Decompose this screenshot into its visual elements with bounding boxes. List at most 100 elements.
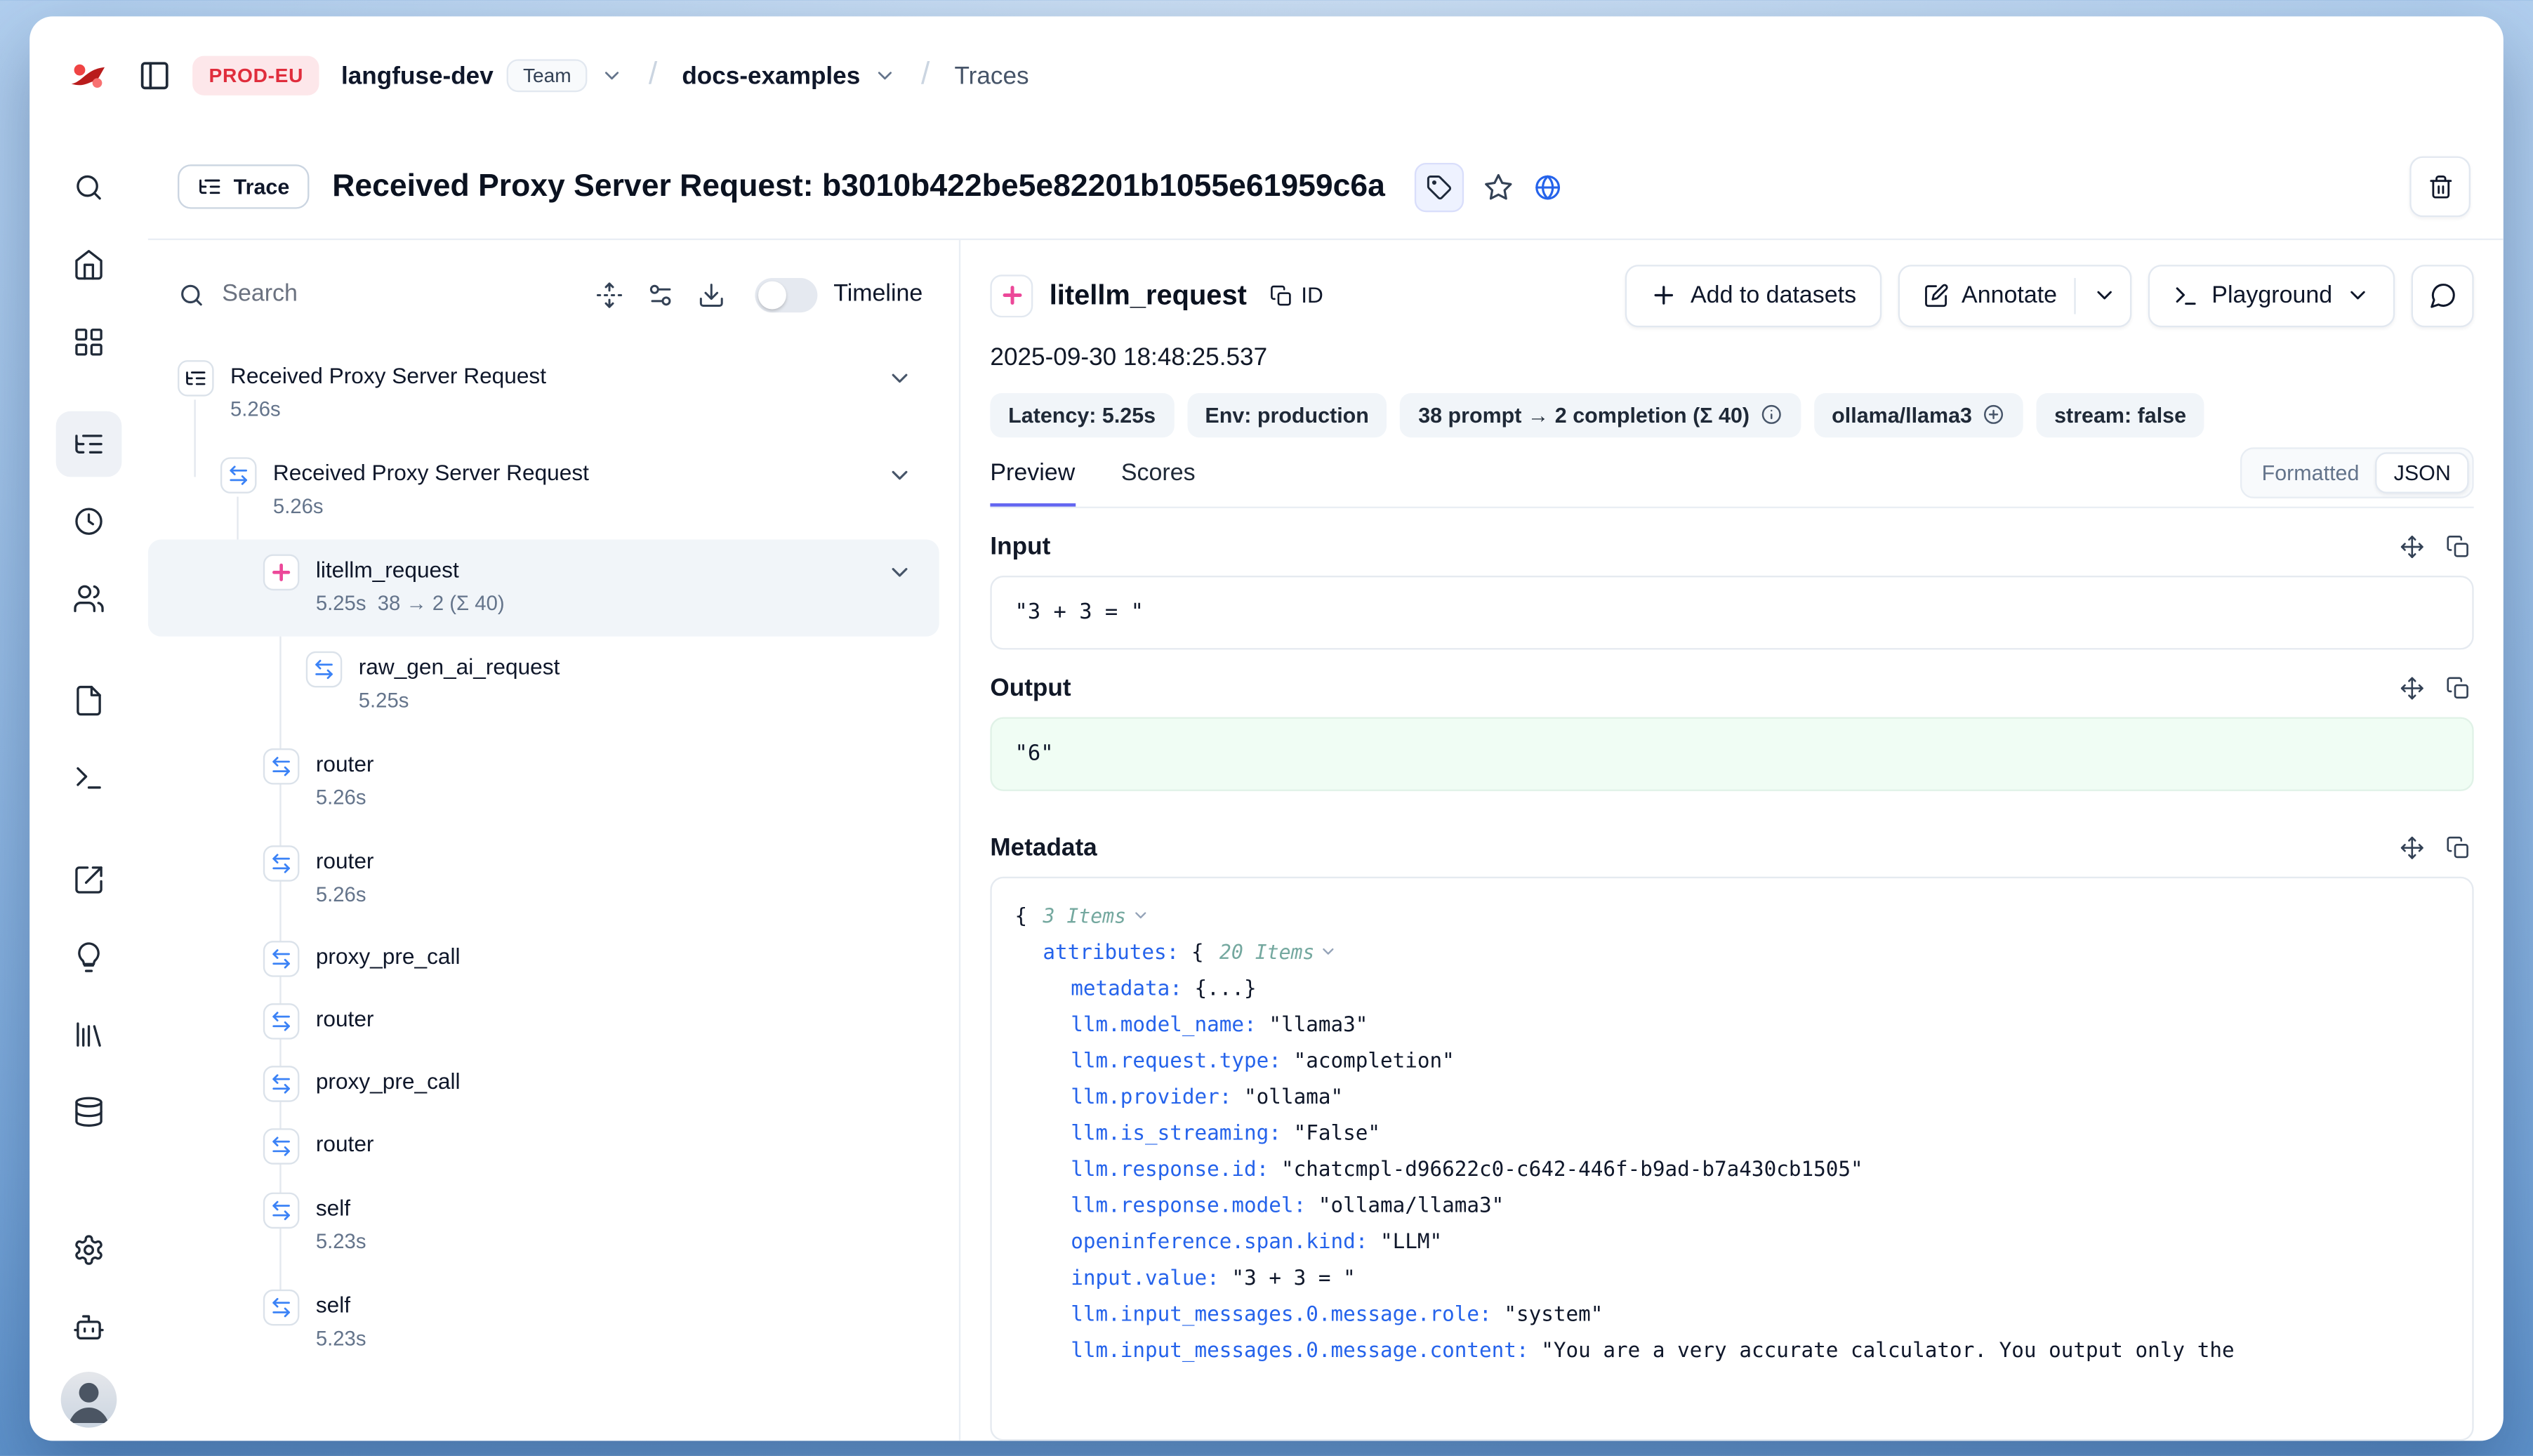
breadcrumb-org[interactable]: langfuse-dev Team — [341, 59, 624, 92]
copy-button[interactable] — [2446, 534, 2471, 559]
observation-detail-panel: litellm_request ID Add to datasets — [960, 240, 2504, 1441]
chevron-down-icon[interactable] — [873, 64, 897, 87]
clock-icon — [72, 505, 105, 538]
input-section-title: Input — [990, 533, 1050, 561]
metadata-section-header: Metadata — [990, 834, 2471, 862]
tree-item[interactable]: router5.26s — [148, 734, 939, 830]
user-avatar[interactable] — [61, 1372, 117, 1428]
collapse-levels-button[interactable] — [595, 280, 623, 308]
breadcrumb-section[interactable]: Traces — [954, 62, 1029, 90]
tree-item[interactable]: proxy_pre_call — [148, 927, 939, 990]
rail-item-playground[interactable] — [56, 745, 122, 811]
tree-item[interactable]: router — [148, 1115, 939, 1177]
tree-item[interactable]: Received Proxy Server Request5.26s — [148, 442, 939, 539]
public-share-button[interactable] — [1533, 172, 1563, 201]
json-value: "False" — [1294, 1115, 1380, 1151]
chevron-down-icon[interactable] — [1131, 907, 1149, 925]
json-line[interactable]: attributes: { 20 Items — [1015, 934, 2449, 970]
gear-icon — [72, 1233, 105, 1266]
metric-badge[interactable]: 38 prompt → 2 completion (Σ 40) — [1400, 393, 1800, 437]
chevron-down-icon[interactable] — [887, 462, 913, 488]
globe-icon — [1533, 172, 1563, 201]
tree-item-duration: 5.26s — [230, 393, 546, 428]
arrow-left-right-icon — [263, 845, 300, 882]
json-value: "system" — [1504, 1296, 1603, 1332]
copy-button[interactable] — [2446, 676, 2471, 701]
search-input[interactable] — [222, 282, 571, 307]
tree-item[interactable]: self5.23s — [148, 1275, 939, 1372]
tag-button[interactable] — [1415, 162, 1464, 211]
expand-button[interactable] — [2400, 676, 2424, 701]
sidebar-toggle-button[interactable] — [138, 59, 171, 92]
breadcrumb-divider: / — [649, 58, 657, 94]
tree-item[interactable]: self5.23s — [148, 1177, 939, 1274]
tree-item-text: raw_gen_ai_request5.25s — [359, 651, 560, 719]
rail-item-insights[interactable] — [56, 925, 122, 991]
rail-item-home[interactable] — [56, 232, 122, 298]
tree-item[interactable]: Received Proxy Server Request5.26s — [148, 345, 939, 442]
json-line: llm.input_messages.0.message.role: "syst… — [1015, 1296, 2449, 1332]
copy-id-button[interactable]: ID — [1270, 284, 1323, 308]
tree-item[interactable]: router5.26s — [148, 830, 939, 927]
format-option-formatted[interactable]: Formatted — [2245, 454, 2376, 491]
timeline-toggle[interactable] — [755, 277, 817, 312]
expand-button[interactable] — [2400, 534, 2424, 559]
tree-item-text: Received Proxy Server Request5.26s — [273, 457, 589, 524]
playground-button[interactable]: Playground — [2148, 265, 2395, 327]
format-toggle: Formatted JSON — [2240, 447, 2474, 498]
rail-item-dashboards[interactable] — [56, 309, 122, 375]
plus-circle-icon[interactable] — [1982, 404, 2005, 427]
environment-badge: PROD-EU — [192, 56, 319, 95]
expand-button[interactable] — [2400, 835, 2424, 860]
trace-title: Received Proxy Server Request: b3010b422… — [332, 168, 1385, 205]
tree-item-duration: 5.25s 38 → 2 (Σ 40) — [316, 587, 505, 621]
arrow-left-right-icon — [263, 1193, 300, 1229]
rail-item-settings[interactable] — [56, 1217, 122, 1283]
breadcrumb-project[interactable]: docs-examples — [682, 62, 896, 90]
format-option-json[interactable]: JSON — [2376, 452, 2469, 494]
trace-type-badge: Trace — [178, 164, 309, 209]
annotate-button-group: Annotate — [1898, 265, 2131, 327]
json-key: llm.provider: — [1071, 1079, 1244, 1116]
json-key: llm.response.model: — [1071, 1187, 1318, 1224]
tree-item-label: Received Proxy Server Request — [273, 457, 589, 490]
tab-preview[interactable]: Preview — [990, 461, 1075, 507]
rail-item-evaluation[interactable] — [56, 847, 122, 913]
tab-scores[interactable]: Scores — [1121, 461, 1196, 507]
json-item-count: 3 Items — [1043, 898, 1126, 934]
tree-item-text: router — [316, 1128, 374, 1161]
download-button[interactable] — [697, 280, 725, 308]
tree-item[interactable]: raw_gen_ai_request5.25s — [148, 637, 939, 734]
annotate-button[interactable]: Annotate — [1922, 283, 2057, 309]
display-settings-button[interactable] — [646, 280, 674, 308]
rail-item-prompts[interactable] — [56, 668, 122, 734]
chevron-down-icon[interactable] — [601, 64, 624, 87]
comments-button[interactable] — [2412, 265, 2474, 327]
rail-item-datasets[interactable] — [56, 1002, 122, 1068]
bookmark-star-button[interactable] — [1483, 172, 1513, 201]
json-line[interactable]: { 3 Items — [1015, 898, 2449, 934]
copy-button[interactable] — [2446, 835, 2471, 860]
add-to-datasets-button[interactable]: Add to datasets — [1625, 265, 1881, 327]
chevron-down-icon[interactable] — [887, 560, 913, 585]
tree-item[interactable]: router — [148, 990, 939, 1052]
rail-item-assistant[interactable] — [56, 1295, 122, 1361]
tree-item[interactable]: litellm_request5.25s 38 → 2 (Σ 40) — [148, 539, 939, 636]
tree-item-label: self — [316, 1193, 366, 1226]
info-icon[interactable] — [1759, 404, 1783, 427]
unfold-vertical-icon — [595, 280, 623, 308]
rail-item-users[interactable] — [56, 566, 122, 632]
metric-badge[interactable]: ollama/llama3 — [1813, 393, 2023, 437]
rail-item-search[interactable] — [56, 154, 122, 220]
tree-item[interactable]: proxy_pre_call — [148, 1052, 939, 1115]
delete-trace-button[interactable] — [2409, 157, 2471, 218]
rail-item-sessions[interactable] — [56, 489, 122, 555]
rail-item-storage[interactable] — [56, 1079, 122, 1145]
annotate-menu-button[interactable] — [2091, 284, 2116, 308]
rail-item-tracing[interactable] — [56, 411, 122, 477]
chevron-down-icon[interactable] — [887, 365, 913, 391]
chevron-down-icon[interactable] — [1319, 943, 1337, 961]
copy-icon — [1270, 284, 1293, 307]
bot-icon — [72, 1311, 105, 1344]
arrow-left-right-icon — [306, 651, 343, 688]
